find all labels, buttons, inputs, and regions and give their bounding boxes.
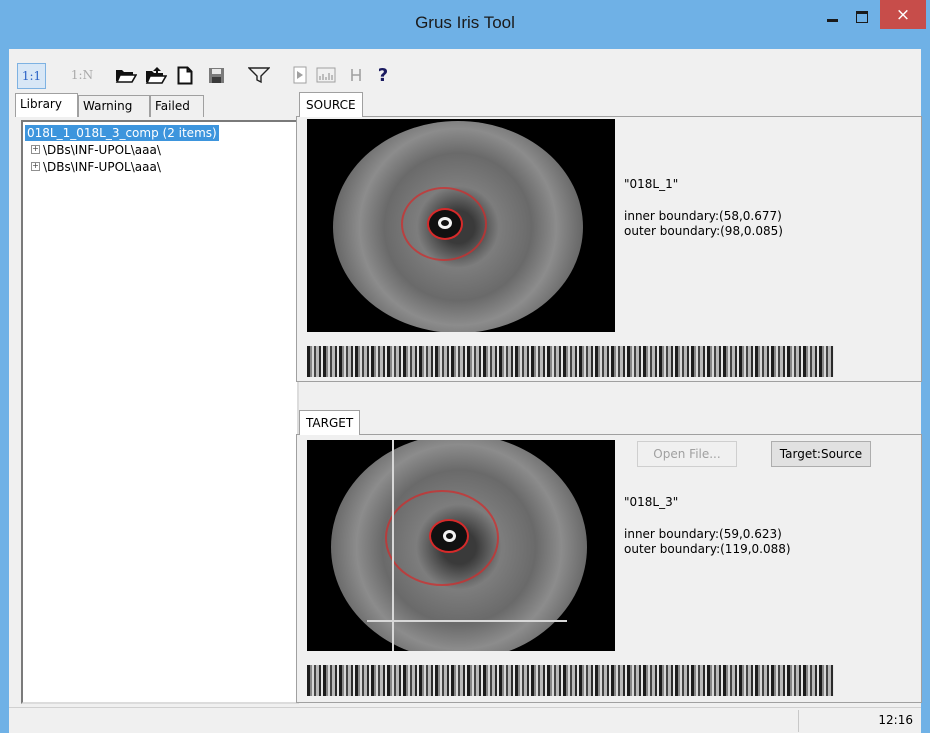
one-to-one-label: 1:1 <box>21 69 42 83</box>
source-eye-image <box>307 119 615 332</box>
h-icon <box>351 69 361 81</box>
maximize-button[interactable] <box>845 3 879 31</box>
target-outer-boundary: outer boundary:(119,0.088) <box>624 542 791 556</box>
save-button[interactable] <box>204 63 228 87</box>
target-name: "018L_3" <box>624 495 679 509</box>
app-window: Grus Iris Tool × 1:1 1:N ? Library Warni… <box>0 0 930 733</box>
source-outer-boundary: outer boundary:(98,0.085) <box>624 224 783 238</box>
tree-item[interactable]: + \DBs\INF-UPOL\aaa\ <box>31 159 161 175</box>
one-to-one-button[interactable]: 1:1 <box>17 63 46 89</box>
open-folder-up-icon <box>145 67 167 84</box>
tab-target-label: TARGET <box>306 416 354 430</box>
source-inner-boundary: inner boundary:(58,0.677) <box>624 209 782 223</box>
open-file-button[interactable]: Open File... <box>637 441 737 467</box>
filter-button[interactable] <box>246 63 272 87</box>
reflection-spot <box>438 217 452 229</box>
target-panel: Open File... Target:Source "018L_3" inne… <box>296 434 922 703</box>
toolbar: 1:1 1:N ? <box>9 49 921 91</box>
new-document-icon <box>177 66 193 84</box>
tree-item-label: \DBs\INF-UPOL\aaa\ <box>43 160 161 174</box>
help-icon: ? <box>377 64 389 86</box>
tab-warning-label: Warning <box>83 99 133 113</box>
target-inner-boundary: inner boundary:(59,0.623) <box>624 527 782 541</box>
new-document-button[interactable] <box>174 63 196 87</box>
tree-item[interactable]: + \DBs\INF-UPOL\aaa\ <box>31 142 161 158</box>
status-separator <box>798 710 799 732</box>
target-normalized-strip <box>307 665 834 696</box>
one-to-n-button[interactable]: 1:N <box>69 63 95 87</box>
h-button[interactable] <box>346 63 366 87</box>
client-area: 1:1 1:N ? Library Warning Failed 018L_1_… <box>9 49 922 733</box>
status-time: 12:16 <box>878 713 913 727</box>
close-button[interactable]: × <box>880 0 926 29</box>
tab-library-label: Library <box>20 97 62 111</box>
maximize-icon <box>856 11 868 23</box>
play-button[interactable] <box>289 63 311 87</box>
open-folder-up-button[interactable] <box>144 63 168 87</box>
close-icon: × <box>895 4 911 25</box>
tree-item-label: \DBs\INF-UPOL\aaa\ <box>43 143 161 157</box>
tab-target[interactable]: TARGET <box>299 410 361 435</box>
open-folder-button[interactable] <box>114 63 138 87</box>
tab-library[interactable]: Library <box>15 93 78 117</box>
window-title: Grus Iris Tool <box>415 13 515 32</box>
library-panel: Library Warning Failed 018L_1_018L_3_com… <box>12 93 299 707</box>
target-source-button[interactable]: Target:Source <box>771 441 871 467</box>
expand-icon[interactable]: + <box>31 145 40 154</box>
tab-source-label: SOURCE <box>306 98 356 112</box>
tab-failed[interactable]: Failed <box>150 95 204 117</box>
tab-warning[interactable]: Warning <box>78 95 150 117</box>
crosshair-horizontal <box>367 620 567 622</box>
tree-root-item[interactable]: 018L_1_018L_3_comp (2 items) <box>25 125 219 141</box>
status-bar: 12:16 <box>9 707 921 733</box>
play-icon <box>293 66 307 84</box>
target-eye-image <box>307 440 615 651</box>
source-name: "018L_1" <box>624 177 679 191</box>
filter-icon <box>248 67 270 84</box>
title-bar[interactable]: Grus Iris Tool × <box>0 0 930 49</box>
save-icon <box>208 67 224 83</box>
reflection-spot <box>443 530 456 542</box>
histogram-icon <box>316 67 336 83</box>
open-folder-icon <box>115 70 137 83</box>
library-tree[interactable]: 018L_1_018L_3_comp (2 items) + \DBs\INF-U… <box>21 120 299 704</box>
expand-icon[interactable]: + <box>31 162 40 171</box>
source-panel: "018L_1" inner boundary:(58,0.677) outer… <box>296 116 922 382</box>
tab-source[interactable]: SOURCE <box>299 92 363 117</box>
tab-failed-label: Failed <box>155 99 190 113</box>
one-to-n-label: 1:N <box>70 68 94 82</box>
minimize-icon <box>826 18 838 22</box>
help-button[interactable]: ? <box>372 63 394 87</box>
source-normalized-strip <box>307 346 834 377</box>
histogram-button[interactable] <box>313 63 339 87</box>
